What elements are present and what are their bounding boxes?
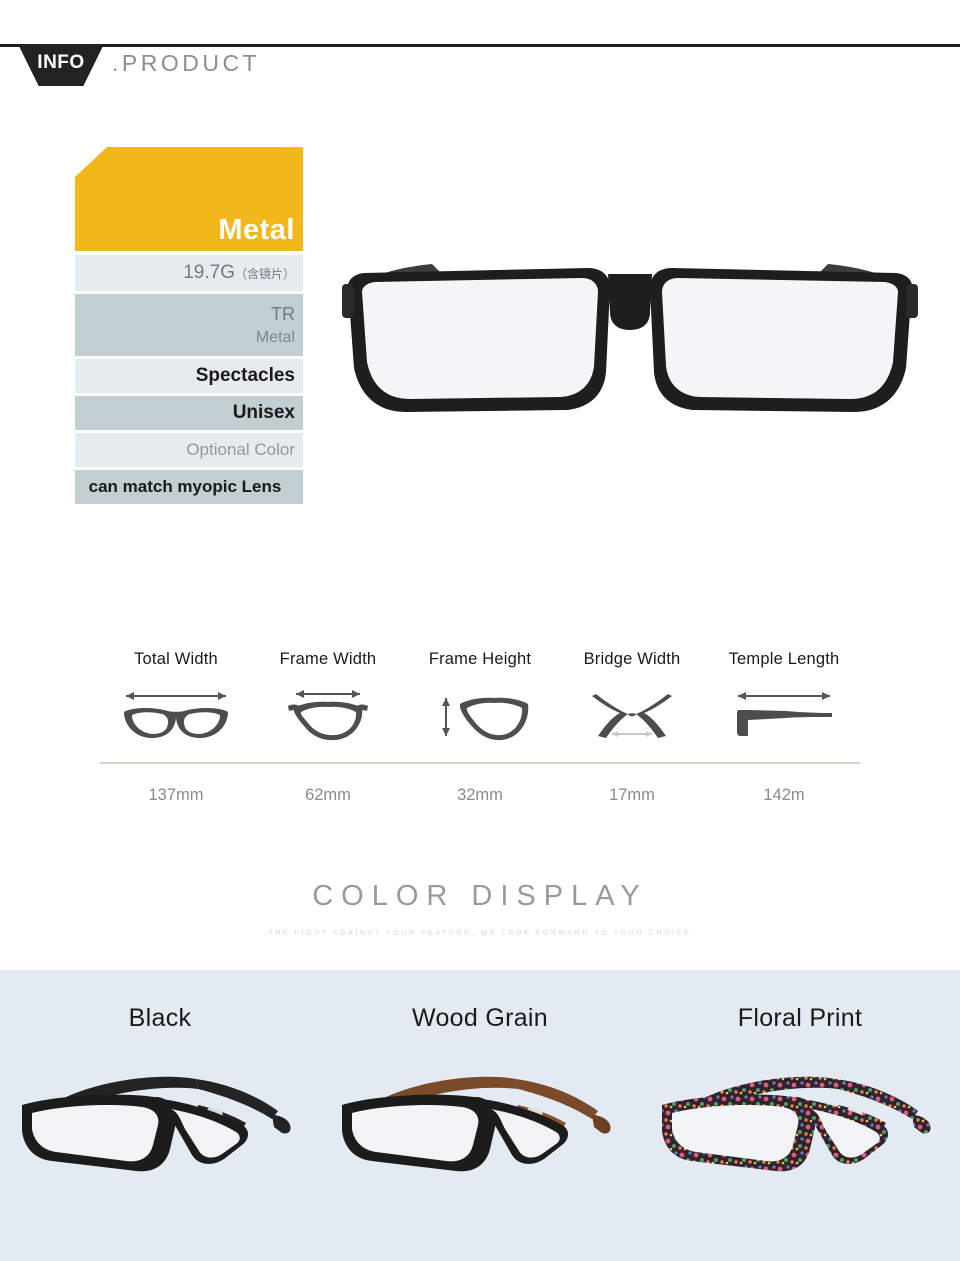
spec-row-materials: TR Metal: [75, 294, 303, 356]
spec-lens-option-value: can match myopic Lens: [88, 477, 282, 496]
color-display-subtitle: THE FIGHT AGAINST YOUR FEATURE, WE LOOK …: [268, 930, 692, 937]
spec-weight-value: 19.7G（含镜片）: [183, 262, 295, 283]
info-badge-label: INFO: [37, 52, 85, 73]
dimension-value-bridge-width: 17mm: [609, 786, 655, 804]
dimension-column-total-width: Total Width: [100, 650, 252, 748]
dimension-value-frame-width: 62mm: [305, 786, 351, 804]
spec-weight-note: （含镜片）: [234, 267, 295, 281]
dimension-column-bridge-width: Bridge Width: [556, 650, 708, 748]
spec-material-2: Metal: [255, 328, 295, 346]
page-title: .PRODUCT: [112, 50, 261, 76]
lens-frame-height-icon: [420, 682, 540, 748]
hero-product-image: [320, 240, 940, 430]
spec-product-type-value: Spectacles: [195, 365, 295, 386]
spec-material-1: TR: [271, 303, 295, 324]
color-variant-wood-grain[interactable]: Wood Grain: [320, 970, 640, 1213]
dimension-label-temple-length: Temple Length: [728, 650, 840, 668]
spec-color-option-value: Optional Color: [186, 440, 295, 459]
color-variant-label-black: Black: [128, 1004, 192, 1032]
dimension-label-frame-height: Frame Height: [428, 650, 532, 668]
color-display-heading: COLOR DISPLAY THE FIGHT AGAINST YOUR FEA…: [0, 880, 960, 937]
dimensions-headers: Total Width Frame Width Frame Height Bri…: [100, 650, 860, 748]
spec-row-material-title: Metal: [75, 147, 303, 251]
dimension-label-total-width: Total Width: [134, 650, 218, 668]
dimension-column-frame-width: Frame Width: [252, 650, 404, 748]
spec-gender-value: Unisex: [232, 402, 295, 423]
dimension-value-frame-height: 32mm: [457, 786, 503, 804]
info-badge-icon: INFO: [18, 44, 104, 86]
color-variant-image-wood-grain: [330, 1053, 630, 1213]
dimension-label-bridge-width: Bridge Width: [583, 650, 681, 668]
glasses-total-width-icon: [116, 682, 236, 748]
header-divider: [0, 44, 960, 47]
color-variant-image-floral-print: [650, 1053, 950, 1213]
dimension-column-frame-height: Frame Height: [404, 650, 556, 748]
dimension-column-temple-length: Temple Length: [708, 650, 860, 748]
color-variant-label-wood-grain: Wood Grain: [412, 1004, 548, 1032]
color-variant-label-floral-print: Floral Print: [737, 1004, 863, 1032]
spec-row-product-type: Spectacles: [75, 359, 303, 393]
color-variants-section: Black Wood Grain Floral Print: [0, 970, 960, 1261]
color-display-title: COLOR DISPLAY: [312, 880, 648, 912]
color-variant-image-black: [10, 1053, 310, 1213]
color-variant-floral-print[interactable]: Floral Print: [640, 970, 960, 1213]
dimensions-values: 137mm 62mm 32mm 17mm 142m: [100, 786, 860, 805]
spec-row-gender: Unisex: [75, 396, 303, 430]
bridge-width-icon: [572, 682, 692, 748]
dimension-label-frame-width: Frame Width: [279, 650, 377, 668]
dimensions-divider: [100, 762, 860, 764]
dimensions-section: Total Width Frame Width Frame Height Bri…: [100, 650, 860, 805]
lens-frame-width-icon: [268, 682, 388, 748]
spec-row-color-option: Optional Color: [75, 433, 303, 467]
spec-row-lens-option: can match myopic Lens: [75, 470, 303, 504]
dimension-value-temple-length: 142m: [763, 786, 805, 804]
page-header: INFO .PRODUCT: [0, 0, 960, 120]
color-variant-black[interactable]: Black: [0, 970, 320, 1213]
spec-material-title-value: Metal: [218, 214, 295, 246]
spec-row-weight: 19.7G（含镜片）: [75, 255, 303, 291]
dimension-value-total-width: 137mm: [148, 786, 204, 804]
temple-length-icon: [724, 682, 844, 748]
spec-table: Metal 19.7G（含镜片） TR Metal Spectacles Uni…: [75, 147, 303, 507]
